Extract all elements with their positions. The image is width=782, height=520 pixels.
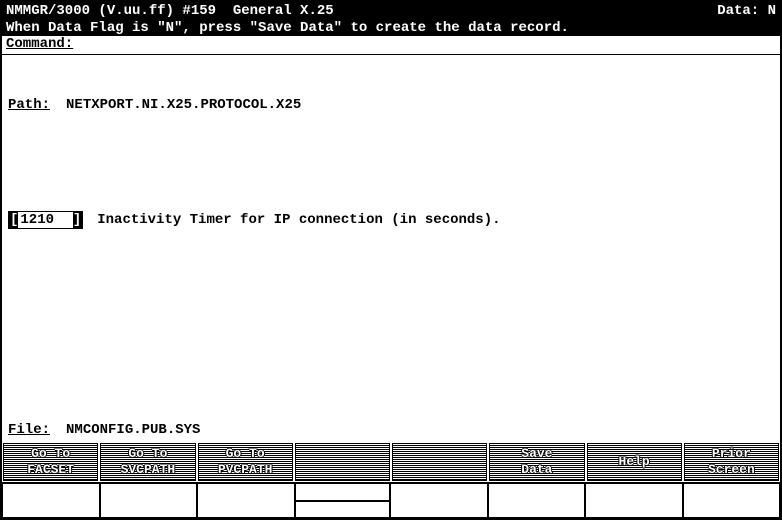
path-value: NETXPORT.NI.X25.PROTOCOL.X25 bbox=[66, 97, 301, 113]
info-line: When Data Flag is "N", press "Save Data"… bbox=[2, 20, 780, 36]
title-bar: NMMGR/3000 (V.uu.ff) #159 General X.25 D… bbox=[2, 2, 780, 20]
field-line: [1210 ] Inactivity Timer for IP connecti… bbox=[8, 211, 774, 229]
bottom-cell-2 bbox=[100, 483, 198, 518]
bottom-center bbox=[295, 483, 391, 518]
bottom-cell-8 bbox=[683, 483, 781, 518]
bottom-cell-3 bbox=[197, 483, 295, 518]
inactivity-timer-input[interactable]: [1210 ] bbox=[8, 211, 83, 229]
fkey-4-blank bbox=[295, 443, 390, 481]
bottom-cell-7 bbox=[585, 483, 683, 518]
file-value: NMCONFIG.PUB.SYS bbox=[66, 422, 200, 438]
data-flag: Data: N bbox=[717, 3, 776, 19]
bottom-center-bottom bbox=[295, 501, 391, 519]
file-label: File: bbox=[8, 422, 50, 438]
bottom-center-top bbox=[295, 483, 391, 501]
path-line: Path: NETXPORT.NI.X25.PROTOCOL.X25 bbox=[8, 97, 774, 113]
fkey-pvcpath[interactable]: Go ToPVCPATH bbox=[198, 443, 293, 481]
path-label: Path: bbox=[8, 97, 50, 113]
command-label: Command: bbox=[6, 36, 73, 52]
fkey-help[interactable]: Help bbox=[587, 443, 682, 481]
fkey-svcpath[interactable]: Go ToSVCPATH bbox=[100, 443, 195, 481]
title-left: NMMGR/3000 (V.uu.ff) #159 General X.25 bbox=[6, 3, 334, 19]
function-keys: Go ToFACSET Go ToSVCPATH Go ToPVCPATH Sa… bbox=[2, 442, 780, 482]
bottom-cell-1 bbox=[2, 483, 100, 518]
fkey-5-blank bbox=[392, 443, 487, 481]
bottom-cell-6 bbox=[488, 483, 586, 518]
fkey-save-data[interactable]: SaveData bbox=[489, 443, 584, 481]
fkey-prior-screen[interactable]: PriorScreen bbox=[684, 443, 779, 481]
content-area: Path: NETXPORT.NI.X25.PROTOCOL.X25 [1210… bbox=[2, 55, 780, 422]
fkey-facset[interactable]: Go ToFACSET bbox=[3, 443, 98, 481]
bottom-row bbox=[2, 482, 780, 518]
bottom-cell-5 bbox=[390, 483, 488, 518]
command-line: Command: bbox=[2, 36, 780, 55]
field-description: Inactivity Timer for IP connection (in s… bbox=[97, 212, 500, 228]
command-input[interactable] bbox=[73, 36, 776, 52]
file-line: File: NMCONFIG.PUB.SYS bbox=[2, 422, 780, 442]
